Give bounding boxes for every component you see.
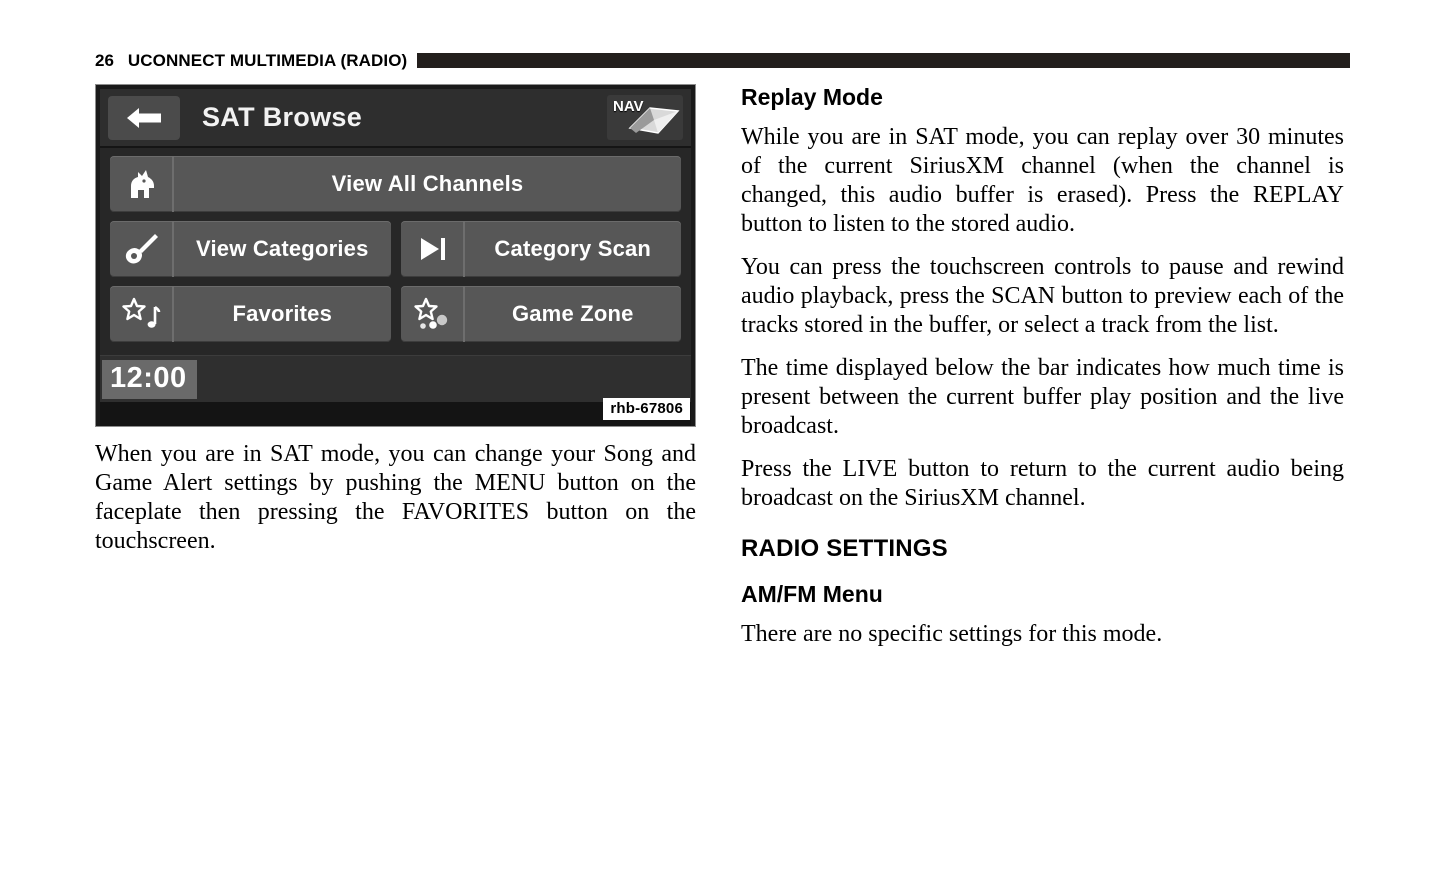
tile-view-all-channels[interactable]: View All Channels (110, 156, 681, 212)
tile-label: Game Zone (511, 301, 634, 326)
figure-code-label: rhb-67806 (603, 398, 690, 420)
heading-replay-mode: Replay Mode (741, 84, 883, 110)
screen-title: SAT Browse (202, 102, 363, 132)
tile-row-1: View All Channels (110, 156, 681, 212)
nav-button[interactable]: NAV (607, 95, 683, 140)
tile-favorites[interactable]: Favorites (110, 286, 391, 342)
tile-label: View All Channels (331, 171, 524, 196)
dog-icon (110, 156, 174, 212)
tile-game-zone[interactable]: Game Zone (400, 286, 681, 342)
tile-label: View Categories (195, 236, 369, 261)
right-column: Replay Mode While you are in SAT mode, y… (741, 84, 1344, 663)
amfm-paragraph-1: There are no specific settings for this … (741, 621, 1163, 648)
left-column: SAT Browse NAV View All Channels View Ca… (95, 84, 696, 570)
page-number: 26 (95, 50, 114, 70)
back-arrow-icon (127, 107, 161, 128)
figure-sat-browse-screenshot: SAT Browse NAV View All Channels View Ca… (95, 84, 696, 427)
star-music-note-icon (110, 286, 174, 342)
tile-row-2: View Categories Category Scan (110, 221, 681, 277)
map-book-icon (628, 107, 680, 134)
play-to-next-icon (401, 221, 465, 277)
tile-category-scan[interactable]: Category Scan (400, 221, 681, 277)
replay-paragraph-4: Press the LIVE button to return to the c… (741, 456, 1344, 512)
screen-button-grid: View All Channels View Categories Catego… (100, 148, 691, 355)
header-rule (417, 52, 1350, 68)
tile-row-3: Favorites Game Zone (110, 286, 681, 342)
guitar-icon (110, 221, 174, 277)
page-title: UCONNECT MULTIMEDIA (RADIO) (127, 50, 408, 70)
heading-radio-settings: RADIO SETTINGS (741, 535, 948, 563)
back-button[interactable] (108, 95, 180, 140)
left-caption-paragraph: When you are in SAT mode, you can change… (95, 441, 696, 554)
replay-paragraph-2: You can press the touchscreen controls t… (741, 254, 1344, 339)
page-header: 26 UCONNECT MULTIMEDIA (RADIO) (95, 48, 1350, 72)
screen-titlebar: SAT Browse NAV (100, 89, 691, 148)
replay-paragraph-1: While you are in SAT mode, you can repla… (741, 124, 1344, 238)
screen-statusbar: 12:00 (100, 355, 691, 402)
tile-view-categories[interactable]: View Categories (110, 221, 391, 277)
tile-label: Category Scan (494, 236, 652, 261)
clock-display: 12:00 (102, 359, 197, 399)
replay-paragraph-3: The time displayed below the bar indicat… (741, 355, 1344, 440)
heading-amfm-menu: AM/FM Menu (741, 581, 883, 608)
radio-screen: SAT Browse NAV View All Channels View Ca… (100, 89, 691, 426)
tile-label: Favorites (232, 301, 333, 326)
star-balls-icon (401, 286, 465, 342)
